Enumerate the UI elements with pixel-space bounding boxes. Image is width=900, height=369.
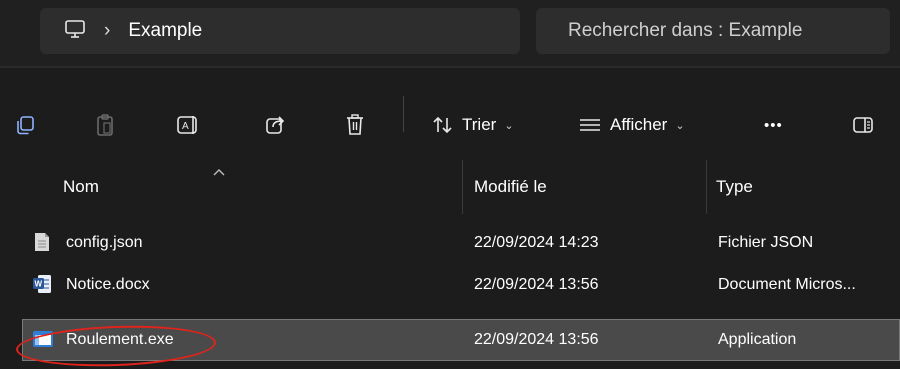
table-row[interactable]: W Notice.docx 22/09/2024 13:56 Document … (22, 264, 900, 306)
more-options-button[interactable]: ••• (764, 108, 783, 142)
search-input[interactable]: Rechercher dans : Example (536, 8, 890, 54)
breadcrumb-separator[interactable]: › (104, 20, 110, 42)
copy-icon[interactable] (14, 108, 36, 142)
share-icon[interactable] (264, 108, 286, 142)
view-label: Afficher (610, 115, 668, 134)
file-modified: 22/09/2024 14:23 (474, 234, 599, 251)
text-file-icon (34, 232, 50, 257)
details-pane-icon[interactable] (852, 108, 874, 142)
file-name: Notice.docx (66, 276, 150, 293)
view-button[interactable]: Afficher ⌄ (578, 108, 685, 142)
computer-icon[interactable] (64, 18, 86, 45)
chevron-down-icon: ⌄ (504, 119, 514, 132)
sort-icon (432, 114, 454, 136)
svg-text:A: A (182, 121, 189, 132)
file-type: Document Micros... (718, 276, 856, 293)
file-name: config.json (66, 234, 143, 251)
file-type: Fichier JSON (718, 234, 814, 251)
sort-label: Trier (462, 115, 497, 134)
svg-text:W: W (35, 280, 43, 289)
address-bar-area: › Example Rechercher dans : Example (0, 0, 900, 66)
column-header-type[interactable]: Type (716, 160, 753, 214)
toolbar-separator (403, 96, 404, 132)
file-type: Application (718, 331, 797, 348)
delete-icon[interactable] (344, 108, 366, 142)
paste-icon[interactable] (94, 108, 116, 142)
column-header-modified[interactable]: Modifié le (474, 160, 547, 214)
sort-ascending-caret-icon (212, 164, 226, 182)
table-row[interactable]: config.json 22/09/2024 14:23 Fichier JSO… (22, 222, 900, 264)
column-header-row: Nom Modifié le Type (0, 160, 900, 214)
file-modified: 22/09/2024 13:56 (474, 331, 599, 348)
file-modified: 22/09/2024 13:56 (474, 276, 599, 293)
column-divider[interactable] (706, 160, 707, 214)
sort-button[interactable]: Trier ⌄ (432, 108, 514, 142)
column-divider[interactable] (462, 160, 463, 214)
column-header-name[interactable]: Nom (63, 160, 99, 214)
address-bar[interactable]: › Example (40, 8, 520, 54)
view-list-icon (578, 115, 602, 135)
breadcrumb-folder[interactable]: Example (128, 20, 202, 42)
chevron-down-icon: ⌄ (675, 119, 685, 132)
word-document-icon: W (32, 274, 52, 299)
rename-icon[interactable]: A (176, 108, 202, 142)
